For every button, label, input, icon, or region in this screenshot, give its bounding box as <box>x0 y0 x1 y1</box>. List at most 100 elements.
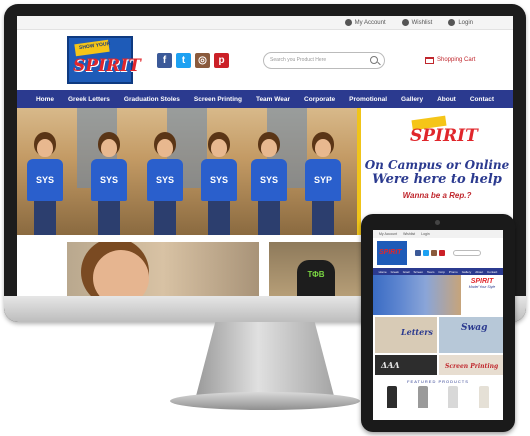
heart-icon <box>401 19 409 26</box>
person: SYS <box>89 139 129 235</box>
instagram-icon[interactable] <box>431 250 437 256</box>
cart-icon <box>425 56 434 64</box>
product-thumbnail[interactable] <box>448 386 459 408</box>
person: SYS <box>145 139 185 235</box>
cart-label: Shopping Cart <box>437 57 476 63</box>
tablet-nav-item[interactable]: Grad <box>403 270 410 274</box>
product-thumbnail[interactable] <box>478 386 489 408</box>
search-icon[interactable] <box>370 56 378 64</box>
wishlist-link[interactable]: Wishlist <box>401 19 433 26</box>
tablet-hero-banner[interactable]: SPIRIT Model Your Style <box>373 275 503 315</box>
tablet-nav-item[interactable]: Gallery <box>462 270 472 274</box>
home-button-icon[interactable] <box>433 423 442 428</box>
shirt-print: SYP <box>305 159 341 201</box>
nav-item-corporate[interactable]: Corporate <box>304 96 335 103</box>
shirt-print: SYS <box>147 159 183 201</box>
nav-item-promotional[interactable]: Promotional <box>349 96 387 103</box>
pinterest-icon[interactable] <box>439 250 445 256</box>
hero-photo: SYS SYS SYS SYS SYS SYP <box>17 108 357 235</box>
tablet-nav-item[interactable]: Greek <box>391 270 399 274</box>
search-input[interactable]: Search you Product Here <box>263 51 385 69</box>
tablet-logo-name: SPIRIT <box>379 249 402 256</box>
nav-item-gallery[interactable]: Gallery <box>401 96 423 103</box>
my-account-link[interactable]: My Account <box>344 19 386 26</box>
tablet-nav-item[interactable]: Corp <box>438 270 445 274</box>
feature-tile-portrait[interactable] <box>67 242 259 296</box>
person: SYS <box>249 139 289 235</box>
wishlist-label: Wishlist <box>411 19 433 26</box>
tablet-logo[interactable]: SPIRIT <box>377 241 407 265</box>
tablet-tile-label: Swag <box>461 323 488 333</box>
facebook-icon[interactable] <box>415 250 421 256</box>
twitter-icon[interactable] <box>423 250 429 256</box>
nav-item-team-wear[interactable]: Team Wear <box>256 96 290 103</box>
promo-subheadline: Were here to help <box>372 172 502 187</box>
tablet-tile-label: ΔΑΛ <box>381 360 400 370</box>
tablet-tile-greek[interactable]: ΔΑΛ <box>375 355 437 375</box>
facebook-icon[interactable]: f <box>157 52 172 68</box>
tablet-nav-item[interactable]: Promo <box>449 270 458 274</box>
tablet-nav-item[interactable]: About <box>475 270 483 274</box>
login-label: Login <box>458 19 473 26</box>
person: SYP <box>303 139 343 235</box>
monitor-stand-base <box>170 392 360 410</box>
product-thumbnail[interactable] <box>387 386 398 408</box>
product-thumbnail[interactable] <box>417 386 428 408</box>
tablet-wishlist[interactable]: Wishlist <box>403 232 415 236</box>
tablet-hero-photo <box>373 275 461 315</box>
tablet-tile-screen-printing[interactable]: Screen Printing <box>439 355 503 375</box>
promo-logo: SPIRIT <box>402 115 478 152</box>
tablet-search-input[interactable] <box>453 250 481 256</box>
shopping-cart-button[interactable]: Shopping Cart <box>425 56 476 64</box>
tablet-nav-item[interactable]: Home <box>379 270 387 274</box>
user-icon <box>344 19 352 26</box>
person: SYS <box>25 139 65 235</box>
nav-item-contact[interactable]: Contact <box>470 96 494 103</box>
my-account-label: My Account <box>354 19 386 26</box>
site-logo[interactable]: SHOW YOUR SPIRIT <box>67 36 141 84</box>
tablet-hero-side: SPIRIT Model Your Style <box>461 275 503 315</box>
tablet-login[interactable]: Login <box>421 232 430 236</box>
twitter-icon[interactable]: t <box>176 52 191 68</box>
tablet-my-account[interactable]: My Account <box>379 232 397 236</box>
tablet-nav-item[interactable]: Contact <box>487 270 497 274</box>
login-link[interactable]: Login <box>448 19 473 26</box>
site-header: SHOW YOUR SPIRIT f t ◎ p Search you Prod… <box>17 30 513 90</box>
main-nav: Home Greek Letters Graduation Stoles Scr… <box>17 90 513 108</box>
nav-item-graduation-stoles[interactable]: Graduation Stoles <box>124 96 180 103</box>
nav-item-screen-printing[interactable]: Screen Printing <box>194 96 242 103</box>
promo-headline: On Campus or Online <box>364 158 510 172</box>
tablet-banner-title: SPIRIT <box>470 278 494 285</box>
tablet-header: SPIRIT <box>373 238 503 268</box>
tablet-tile-label: Screen Printing <box>445 363 499 370</box>
tablet-tile-letters[interactable]: Letters <box>375 317 437 353</box>
responsive-mockup: My Account Wishlist Login SHOW YOUR SPIR… <box>0 0 530 436</box>
shirt-print: SYS <box>91 159 127 201</box>
tablet-device: My Account Wishlist Login SPIRIT Home Gr… <box>361 214 515 432</box>
nav-item-home[interactable]: Home <box>36 96 54 103</box>
logo-name: SPIRIT <box>73 56 141 76</box>
tablet-tile-label: Letters <box>401 327 433 337</box>
feature-tile-greek[interactable]: ΤΦΒ <box>269 242 365 296</box>
tablet-category-grid: Letters Swag ΔΑΛ Screen Printing <box>373 315 503 377</box>
greek-shirt-print: ΤΦΒ <box>297 260 335 296</box>
nav-item-about[interactable]: About <box>437 96 456 103</box>
social-links: f t ◎ p <box>157 52 229 68</box>
tablet-featured-products <box>373 384 503 410</box>
pinterest-icon[interactable]: p <box>214 52 229 68</box>
shirt-print: SYS <box>251 159 287 201</box>
search-placeholder: Search you Product Here <box>270 57 327 63</box>
tablet-banner-sub: Model Your Style <box>468 285 496 289</box>
shirt-print: SYS <box>27 159 63 201</box>
tablet-nav-item[interactable]: Team <box>427 270 434 274</box>
instagram-icon[interactable]: ◎ <box>195 52 210 68</box>
lock-icon <box>448 19 456 26</box>
tablet-tile-swag[interactable]: Swag <box>439 317 503 353</box>
tablet-social <box>415 250 445 256</box>
nav-item-greek-letters[interactable]: Greek Letters <box>68 96 110 103</box>
rep-link[interactable]: Wanna be a Rep.? <box>403 191 472 200</box>
account-bar: My Account Wishlist Login <box>17 16 513 30</box>
person: SYS <box>199 139 239 235</box>
monitor-stand-neck <box>196 322 334 396</box>
tablet-nav-item[interactable]: Screen <box>413 270 423 274</box>
